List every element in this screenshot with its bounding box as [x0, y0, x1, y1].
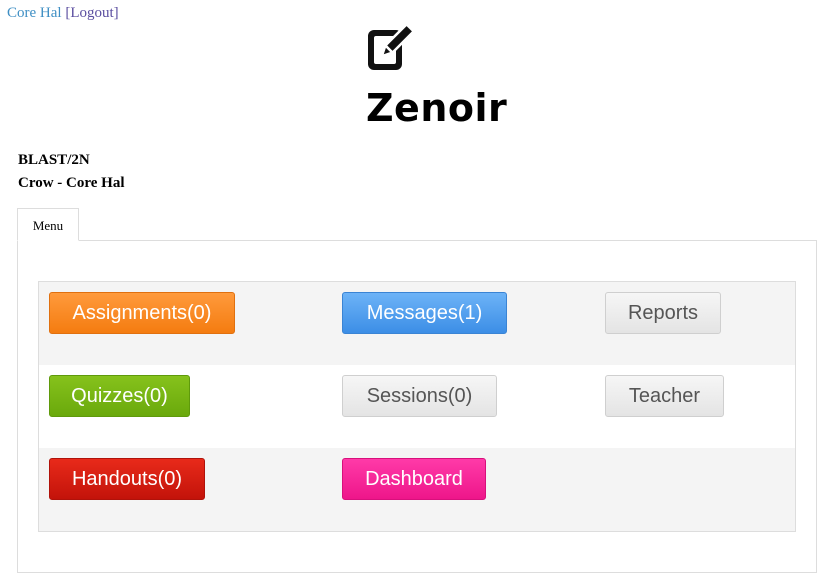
- messages-button[interactable]: Messages(1): [342, 292, 507, 334]
- menu-row: Quizzes(0) Sessions(0) Teacher: [39, 365, 795, 448]
- course-info: BLAST/2N Crow - Core Hal: [18, 149, 125, 195]
- course-code: BLAST/2N: [18, 152, 90, 168]
- teacher-button[interactable]: Teacher: [605, 375, 724, 417]
- handouts-button[interactable]: Handouts(0): [49, 458, 205, 500]
- menu-grid: Assignments(0) Messages(1) Reports Quizz…: [38, 281, 796, 532]
- logout-link[interactable]: [Logout]: [65, 5, 118, 21]
- edit-square-icon: [368, 22, 416, 70]
- menu-row: Handouts(0) Dashboard: [39, 448, 795, 531]
- tab-menu[interactable]: Menu: [17, 208, 79, 241]
- top-nav: Core Hal [Logout]: [7, 5, 119, 22]
- user-link[interactable]: Core Hal: [7, 5, 62, 21]
- sessions-button[interactable]: Sessions(0): [342, 375, 497, 417]
- brand-logo-text: Zenoir: [366, 86, 508, 130]
- dashboard-button[interactable]: Dashboard: [342, 458, 486, 500]
- quizzes-button[interactable]: Quizzes(0): [49, 375, 190, 417]
- course-section: Crow - Core Hal: [18, 175, 125, 191]
- reports-button[interactable]: Reports: [605, 292, 721, 334]
- menu-row: Assignments(0) Messages(1) Reports: [39, 282, 795, 365]
- assignments-button[interactable]: Assignments(0): [49, 292, 235, 334]
